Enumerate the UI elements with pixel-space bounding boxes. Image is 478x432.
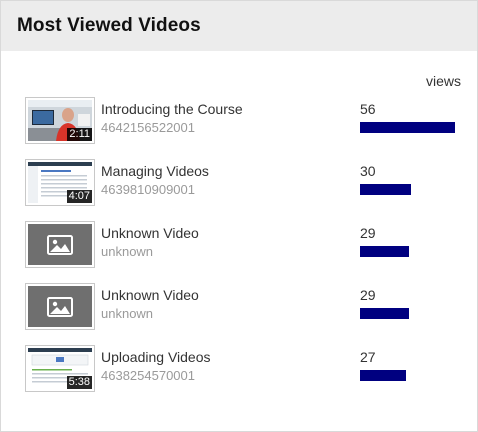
view-count: 29 — [360, 287, 376, 303]
view-count: 30 — [360, 163, 376, 179]
video-duration: 5:38 — [66, 376, 92, 389]
video-row[interactable]: 2:11 Introducing the Course 464215652200… — [1, 97, 477, 159]
view-count: 56 — [360, 101, 376, 117]
video-list: 2:11 Introducing the Course 464215652200… — [1, 97, 477, 407]
views-bar — [360, 246, 410, 257]
panel-header: Most Viewed Videos — [1, 1, 477, 51]
video-title[interactable]: Unknown Video — [101, 287, 199, 303]
video-id: 4642156522001 — [101, 120, 195, 135]
video-thumbnail[interactable]: 2:11 — [25, 97, 95, 144]
video-duration: 4:07 — [66, 190, 92, 203]
views-bar — [360, 370, 406, 381]
video-id: 4638254570001 — [101, 368, 195, 383]
video-row[interactable]: 5:38 Uploading Videos 4638254570001 27 — [1, 345, 477, 407]
panel-title: Most Viewed Videos — [17, 15, 201, 36]
video-id: unknown — [101, 244, 154, 259]
video-row[interactable]: 4:07 Managing Videos 4639810909001 30 — [1, 159, 477, 221]
video-row[interactable]: Unknown Video unknown 29 — [1, 221, 477, 283]
views-bar — [360, 184, 411, 195]
video-thumbnail[interactable] — [25, 221, 95, 268]
views-bar — [360, 308, 410, 319]
video-title[interactable]: Uploading Videos — [101, 349, 211, 365]
video-title[interactable]: Managing Videos — [101, 163, 209, 179]
video-thumbnail[interactable] — [25, 283, 95, 330]
view-count: 29 — [360, 225, 376, 241]
video-duration: 2:11 — [67, 128, 92, 141]
view-count: 27 — [360, 349, 376, 365]
placeholder-image-icon — [47, 296, 73, 317]
video-title[interactable]: Introducing the Course — [101, 101, 243, 117]
placeholder-image-icon — [47, 234, 73, 255]
views-bar — [360, 122, 455, 133]
most-viewed-videos-panel: Most Viewed Videos views 2:11 Introducin… — [0, 0, 478, 432]
video-thumbnail[interactable]: 4:07 — [25, 159, 95, 206]
views-column-label: views — [425, 73, 461, 89]
video-thumbnail[interactable]: 5:38 — [25, 345, 95, 392]
video-row[interactable]: Unknown Video unknown 29 — [1, 283, 477, 345]
video-id: unknown — [101, 306, 154, 321]
video-title[interactable]: Unknown Video — [101, 225, 199, 241]
video-id: 4639810909001 — [101, 182, 195, 197]
